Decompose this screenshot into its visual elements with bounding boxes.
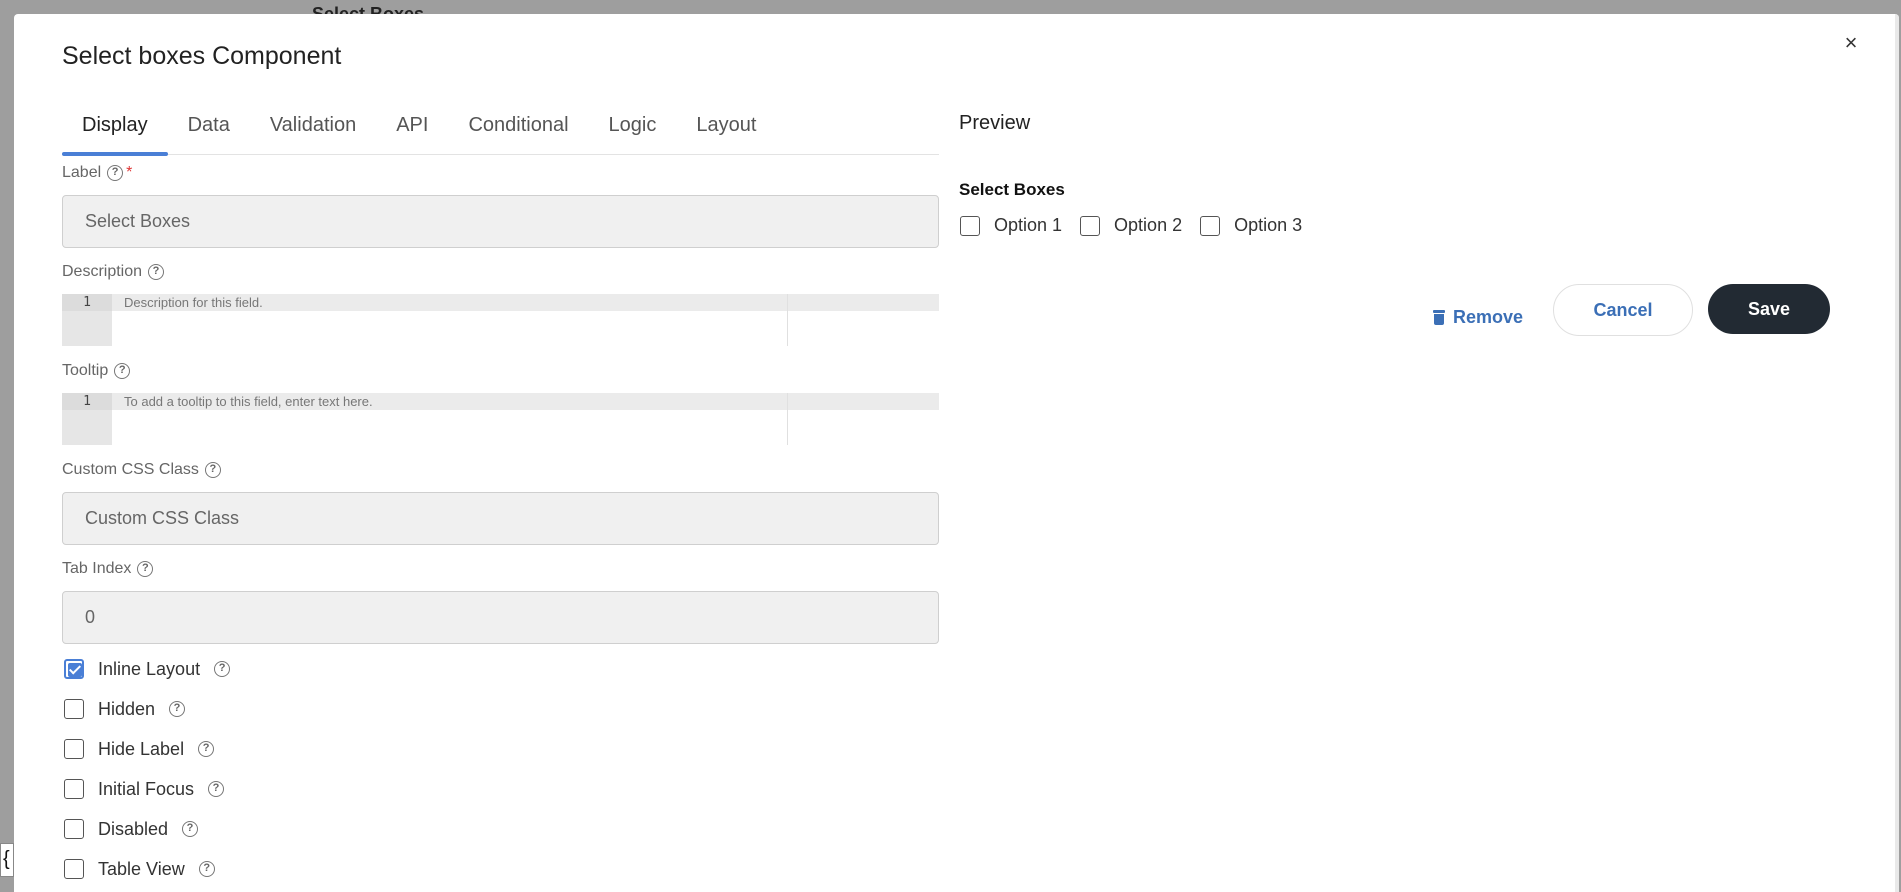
description-editor[interactable]: 1 Description for this field. (62, 294, 939, 346)
modal-title: Select boxes Component (62, 42, 342, 70)
tab-index-input[interactable]: 0 (62, 591, 939, 644)
hidden-checkbox[interactable] (64, 699, 84, 719)
help-icon[interactable]: ? (198, 741, 215, 757)
option-3-label: Option 3 (1234, 215, 1303, 235)
help-icon[interactable]: ? (169, 701, 186, 717)
editor-print-margin (787, 393, 788, 445)
help-icon[interactable]: ? (204, 462, 221, 478)
required-marker: * (126, 164, 133, 181)
preview-title: Preview (959, 112, 1031, 134)
remove-button[interactable]: Remove (1433, 307, 1523, 328)
tab-logic[interactable]: Logic (589, 100, 677, 154)
help-icon[interactable]: ? (208, 781, 225, 797)
help-icon[interactable]: ? (214, 661, 231, 677)
preview-options: Option 1 Option 2 Option 3 (960, 215, 1320, 236)
option-2-label: Option 2 (1114, 215, 1183, 235)
inline-layout-label: Inline Layout (98, 658, 201, 679)
initial-focus-label: Initial Focus (98, 778, 195, 799)
custom-css-field-text: Custom CSS Class (62, 461, 199, 478)
help-icon[interactable]: ? (107, 165, 124, 181)
disabled-checkbox[interactable] (64, 819, 84, 839)
table-view-checkbox[interactable] (64, 859, 84, 879)
description-field-text: Description (62, 263, 143, 280)
tab-index-field-label: Tab Index ? (62, 560, 154, 578)
tooltip-editor[interactable]: 1 To add a tooltip to this field, enter … (62, 393, 939, 445)
label-field-text: Label (62, 164, 102, 181)
hidden-label: Hidden (98, 698, 156, 719)
modal-scrollbar[interactable] (1895, 14, 1899, 892)
label-field-label: Label ? * (62, 164, 132, 182)
description-field-label: Description ? (62, 263, 165, 281)
initial-focus-option: Initial Focus ? (64, 775, 225, 803)
inline-layout-option: Inline Layout ? (64, 655, 231, 683)
hide-label-checkbox[interactable] (64, 739, 84, 759)
tooltip-field-label: Tooltip ? (62, 362, 131, 380)
check-icon (68, 663, 82, 677)
save-button[interactable]: Save (1708, 284, 1830, 334)
tooltip-placeholder: To add a tooltip to this field, enter te… (124, 394, 373, 409)
background-edge-glyph: { (0, 843, 14, 877)
label-input[interactable]: Select Boxes (62, 195, 939, 248)
settings-tabs: Display Data Validation API Conditional … (62, 100, 939, 156)
hide-label-label: Hide Label (98, 738, 185, 759)
tab-data[interactable]: Data (168, 100, 250, 154)
tab-index-field-text: Tab Index (62, 560, 132, 577)
table-view-label: Table View (98, 858, 185, 879)
preview-option-1: Option 1 (960, 215, 1062, 236)
editor-line-number: 1 (62, 393, 112, 410)
tooltip-field-text: Tooltip (62, 362, 109, 379)
close-icon[interactable]: × (1838, 30, 1864, 56)
table-view-option: Table View ? (64, 855, 215, 883)
preview-component-label: Select Boxes (959, 180, 1065, 199)
hidden-option: Hidden ? (64, 695, 186, 723)
option-1-checkbox[interactable] (960, 215, 980, 236)
tab-display[interactable]: Display (62, 100, 168, 156)
help-icon[interactable]: ? (182, 821, 199, 837)
initial-focus-checkbox[interactable] (64, 779, 84, 799)
cancel-button[interactable]: Cancel (1553, 284, 1693, 336)
remove-button-label: Remove (1453, 307, 1524, 327)
option-3-checkbox[interactable] (1200, 215, 1221, 236)
tab-api[interactable]: API (376, 100, 448, 154)
trash-icon (1433, 310, 1445, 325)
help-icon[interactable]: ? (114, 363, 131, 379)
help-icon[interactable]: ? (198, 861, 215, 877)
custom-css-field-label: Custom CSS Class ? (62, 461, 221, 479)
preview-option-2: Option 2 (1080, 215, 1182, 236)
disabled-label: Disabled (98, 818, 169, 839)
editor-print-margin (787, 294, 788, 346)
component-settings-modal: × Select boxes Component Display Data Va… (14, 14, 1899, 892)
help-icon[interactable]: ? (137, 561, 154, 577)
disabled-option: Disabled ? (64, 815, 199, 843)
custom-css-input[interactable]: Custom CSS Class (62, 492, 939, 545)
preview-option-3: Option 3 (1200, 215, 1302, 236)
editor-line-number: 1 (62, 294, 112, 311)
tab-validation[interactable]: Validation (250, 100, 376, 154)
option-2-checkbox[interactable] (1080, 215, 1101, 236)
hide-label-option: Hide Label ? (64, 735, 215, 763)
option-1-label: Option 1 (994, 215, 1063, 235)
help-icon[interactable]: ? (148, 264, 165, 280)
tab-conditional[interactable]: Conditional (448, 100, 588, 154)
tab-layout[interactable]: Layout (676, 100, 776, 154)
description-placeholder: Description for this field. (124, 295, 263, 310)
inline-layout-checkbox[interactable] (64, 659, 84, 679)
